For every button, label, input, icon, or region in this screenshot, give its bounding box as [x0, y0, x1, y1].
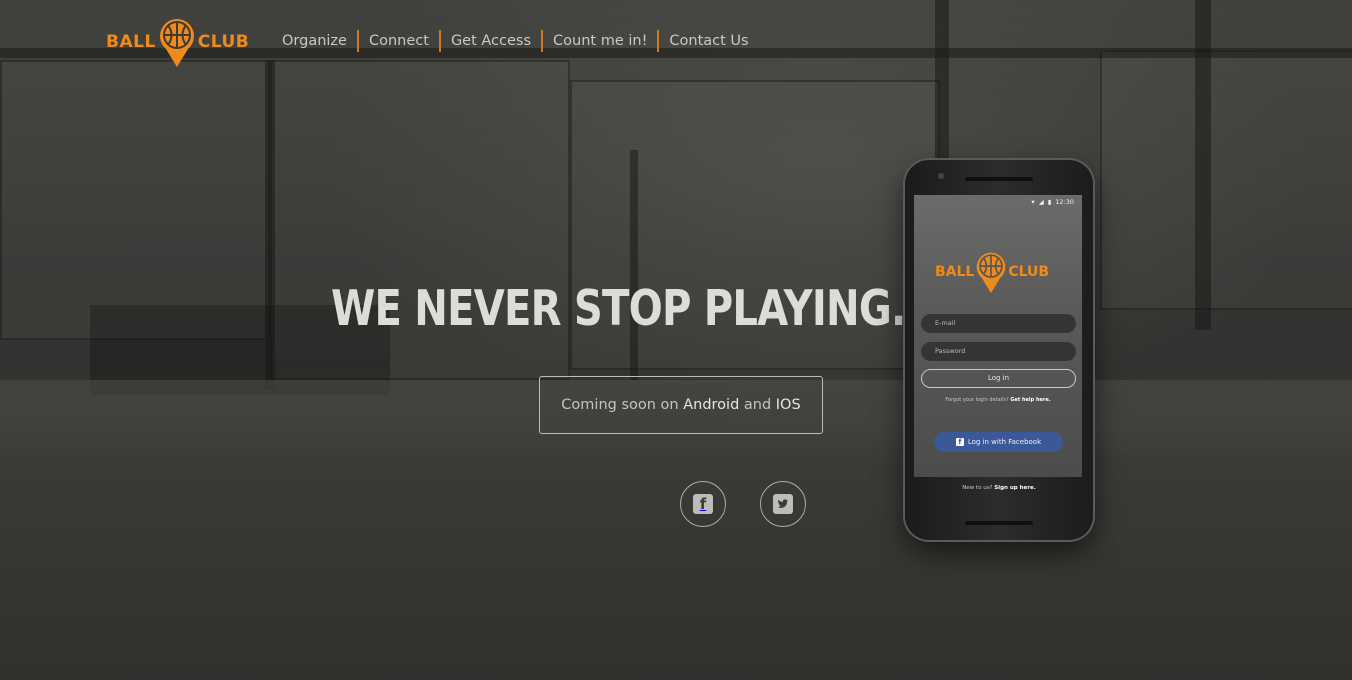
coming-soon-box: Coming soon on Android and IOS	[539, 376, 823, 434]
logo-word-right: CLUB	[197, 32, 250, 52]
brand-logo[interactable]: BALL CLUB	[106, 16, 258, 68]
phone-basketball-pin-icon	[977, 252, 1006, 294]
signal-icon: ◢	[1038, 198, 1044, 206]
phone-mockup: ▾ ◢ ▮ 12:30 BALL CLUB E-mail Password Lo…	[905, 160, 1093, 540]
twitter-button[interactable]	[760, 481, 806, 527]
nav-item-organize[interactable]: Organize	[272, 30, 357, 52]
phone-signup-link[interactable]: Sign up here.	[994, 485, 1036, 491]
basketball-pin-icon	[159, 19, 194, 67]
phone-speaker-top	[965, 177, 1033, 181]
phone-camera	[938, 173, 944, 179]
battery-icon: ▮	[1047, 198, 1052, 206]
coming-soon-ios: IOS	[775, 397, 801, 413]
logo-word-left: BALL	[106, 32, 156, 52]
phone-facebook-label: Log in with Facebook	[967, 438, 1042, 446]
twitter-icon	[773, 494, 793, 514]
phone-time: 12:30	[1055, 198, 1074, 206]
phone-password-field[interactable]: Password	[921, 342, 1076, 361]
wifi-icon: ▾	[1031, 198, 1035, 206]
coming-soon-and: and	[743, 397, 772, 413]
phone-forgot-label: Forgot your login details?	[945, 397, 1009, 403]
phone-forgot-text: Forgot your login details? Get help here…	[914, 397, 1082, 403]
phone-facebook-icon: f	[955, 438, 964, 446]
nav-item-count-me-in[interactable]: Count me in!	[541, 30, 657, 52]
facebook-icon: f	[693, 494, 713, 514]
nav-item-contact-us[interactable]: Contact Us	[657, 30, 758, 52]
phone-login-button[interactable]: Log in	[921, 369, 1076, 388]
phone-signup-text: New to us? Sign up here.	[905, 485, 1093, 491]
phone-forgot-link[interactable]: Get help here.	[1010, 397, 1050, 403]
phone-signup-label: New to us?	[962, 485, 993, 491]
nav-item-get-access[interactable]: Get Access	[438, 30, 541, 52]
phone-facebook-login-button[interactable]: f Log in with Facebook	[934, 432, 1063, 452]
facebook-button[interactable]: f	[680, 481, 726, 527]
phone-email-field[interactable]: E-mail	[921, 314, 1076, 333]
phone-speaker-bottom	[965, 521, 1033, 525]
main-nav: Organize Connect Get Access Count me in!…	[272, 30, 759, 52]
phone-logo: BALL CLUB	[935, 250, 1049, 294]
phone-logo-right: CLUB	[1008, 264, 1050, 280]
phone-screen: ▾ ◢ ▮ 12:30 BALL CLUB E-mail Password Lo…	[914, 195, 1082, 477]
coming-soon-prefix: Coming soon on	[561, 397, 679, 413]
phone-logo-left: BALL	[935, 264, 975, 280]
hero-title: WE NEVER STOP PLAYING.	[331, 280, 906, 337]
phone-status-bar: ▾ ◢ ▮ 12:30	[914, 195, 1082, 209]
coming-soon-android: Android	[683, 397, 740, 413]
nav-item-connect[interactable]: Connect	[356, 30, 439, 52]
